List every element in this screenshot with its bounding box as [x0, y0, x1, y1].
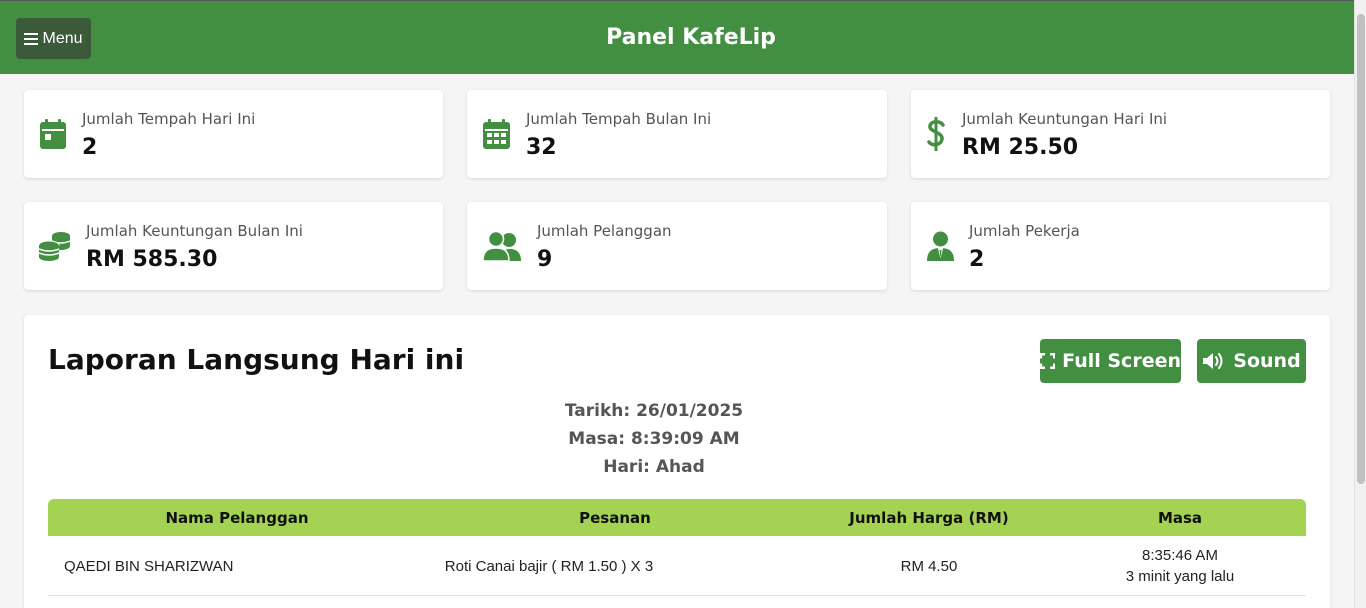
scrollbar-thumb[interactable] — [1357, 14, 1365, 484]
column-header: Masa — [1157, 509, 1203, 527]
orders-table-header: Nama Pelanggan Pesanan Jumlah Harga (RM)… — [48, 499, 1306, 536]
stat-value: 9 — [537, 247, 553, 272]
stat-card-bookings-month: Jumlah Tempah Bulan Ini 32 — [467, 90, 887, 178]
column-header: Jumlah Harga (RM) — [849, 509, 1009, 527]
page-scrollbar[interactable] — [1354, 0, 1366, 608]
top-header: Menu Panel KafeLip — [0, 1, 1354, 74]
stat-card-bookings-today: Jumlah Tempah Hari Ini 2 — [24, 90, 443, 178]
sound-label: Sound — [1233, 350, 1301, 372]
report-title: Laporan Langsung Hari ini — [48, 343, 465, 376]
fullscreen-button[interactable]: Full Screen — [1040, 339, 1181, 383]
stat-value: RM 25.50 — [962, 135, 1079, 160]
stat-card-profit-today: Jumlah Keuntungan Hari Ini RM 25.50 — [911, 90, 1330, 178]
stat-label: Jumlah Keuntungan Bulan Ini — [86, 222, 303, 240]
live-report-panel: Laporan Langsung Hari ini Full Screen So… — [24, 315, 1330, 608]
column-header: Pesanan — [579, 509, 651, 527]
stat-label: Jumlah Pekerja — [969, 222, 1080, 240]
order-items: Roti Canai bajir ( RM 1.50 ) X 3 — [444, 558, 654, 575]
order-total: RM 4.50 — [900, 558, 958, 575]
speaker-icon — [1203, 353, 1223, 369]
report-date: Tarikh: 26/01/2025 — [564, 401, 744, 421]
stat-label: Jumlah Pelanggan — [537, 222, 672, 240]
stat-card-profit-month: Jumlah Keuntungan Bulan Ini RM 585.30 — [24, 202, 443, 290]
sound-button[interactable]: Sound — [1197, 339, 1306, 383]
stat-label: Jumlah Tempah Hari Ini — [82, 110, 256, 128]
report-time: Masa: 8:39:09 AM — [568, 429, 740, 449]
stat-value: 2 — [82, 135, 98, 160]
fullscreen-label: Full Screen — [1062, 350, 1181, 372]
calendar-icon — [40, 119, 66, 149]
column-header: Nama Pelanggan — [165, 509, 309, 527]
coins-icon — [39, 232, 71, 261]
dollar-icon — [927, 117, 945, 151]
stat-value: RM 585.30 — [86, 247, 218, 272]
table-row: QAEDI BIN SHARIZWAN Roti Canai bajir ( R… — [48, 536, 1306, 596]
stat-value: 32 — [526, 135, 557, 160]
customer-name: QAEDI BIN SHARIZWAN — [64, 558, 234, 575]
stat-value: 2 — [969, 247, 985, 272]
stat-label: Jumlah Keuntungan Hari Ini — [962, 110, 1168, 128]
main-content: Jumlah Tempah Hari Ini 2 Jumlah Tempah B… — [0, 74, 1354, 608]
page-title: Panel KafeLip — [606, 25, 776, 50]
calendar-grid-icon — [483, 119, 510, 149]
stat-label: Jumlah Tempah Bulan Ini — [526, 110, 712, 128]
worker-icon — [927, 231, 954, 261]
stat-card-customers: Jumlah Pelanggan 9 — [467, 202, 887, 290]
order-time-ago: 3 minit yang lalu — [1125, 568, 1235, 585]
expand-icon — [1040, 352, 1056, 370]
users-icon — [483, 231, 521, 261]
order-time: 8:35:46 AM — [1142, 547, 1218, 564]
report-day: Hari: Ahad — [603, 457, 705, 477]
stat-card-workers: Jumlah Pekerja 2 — [911, 202, 1330, 290]
